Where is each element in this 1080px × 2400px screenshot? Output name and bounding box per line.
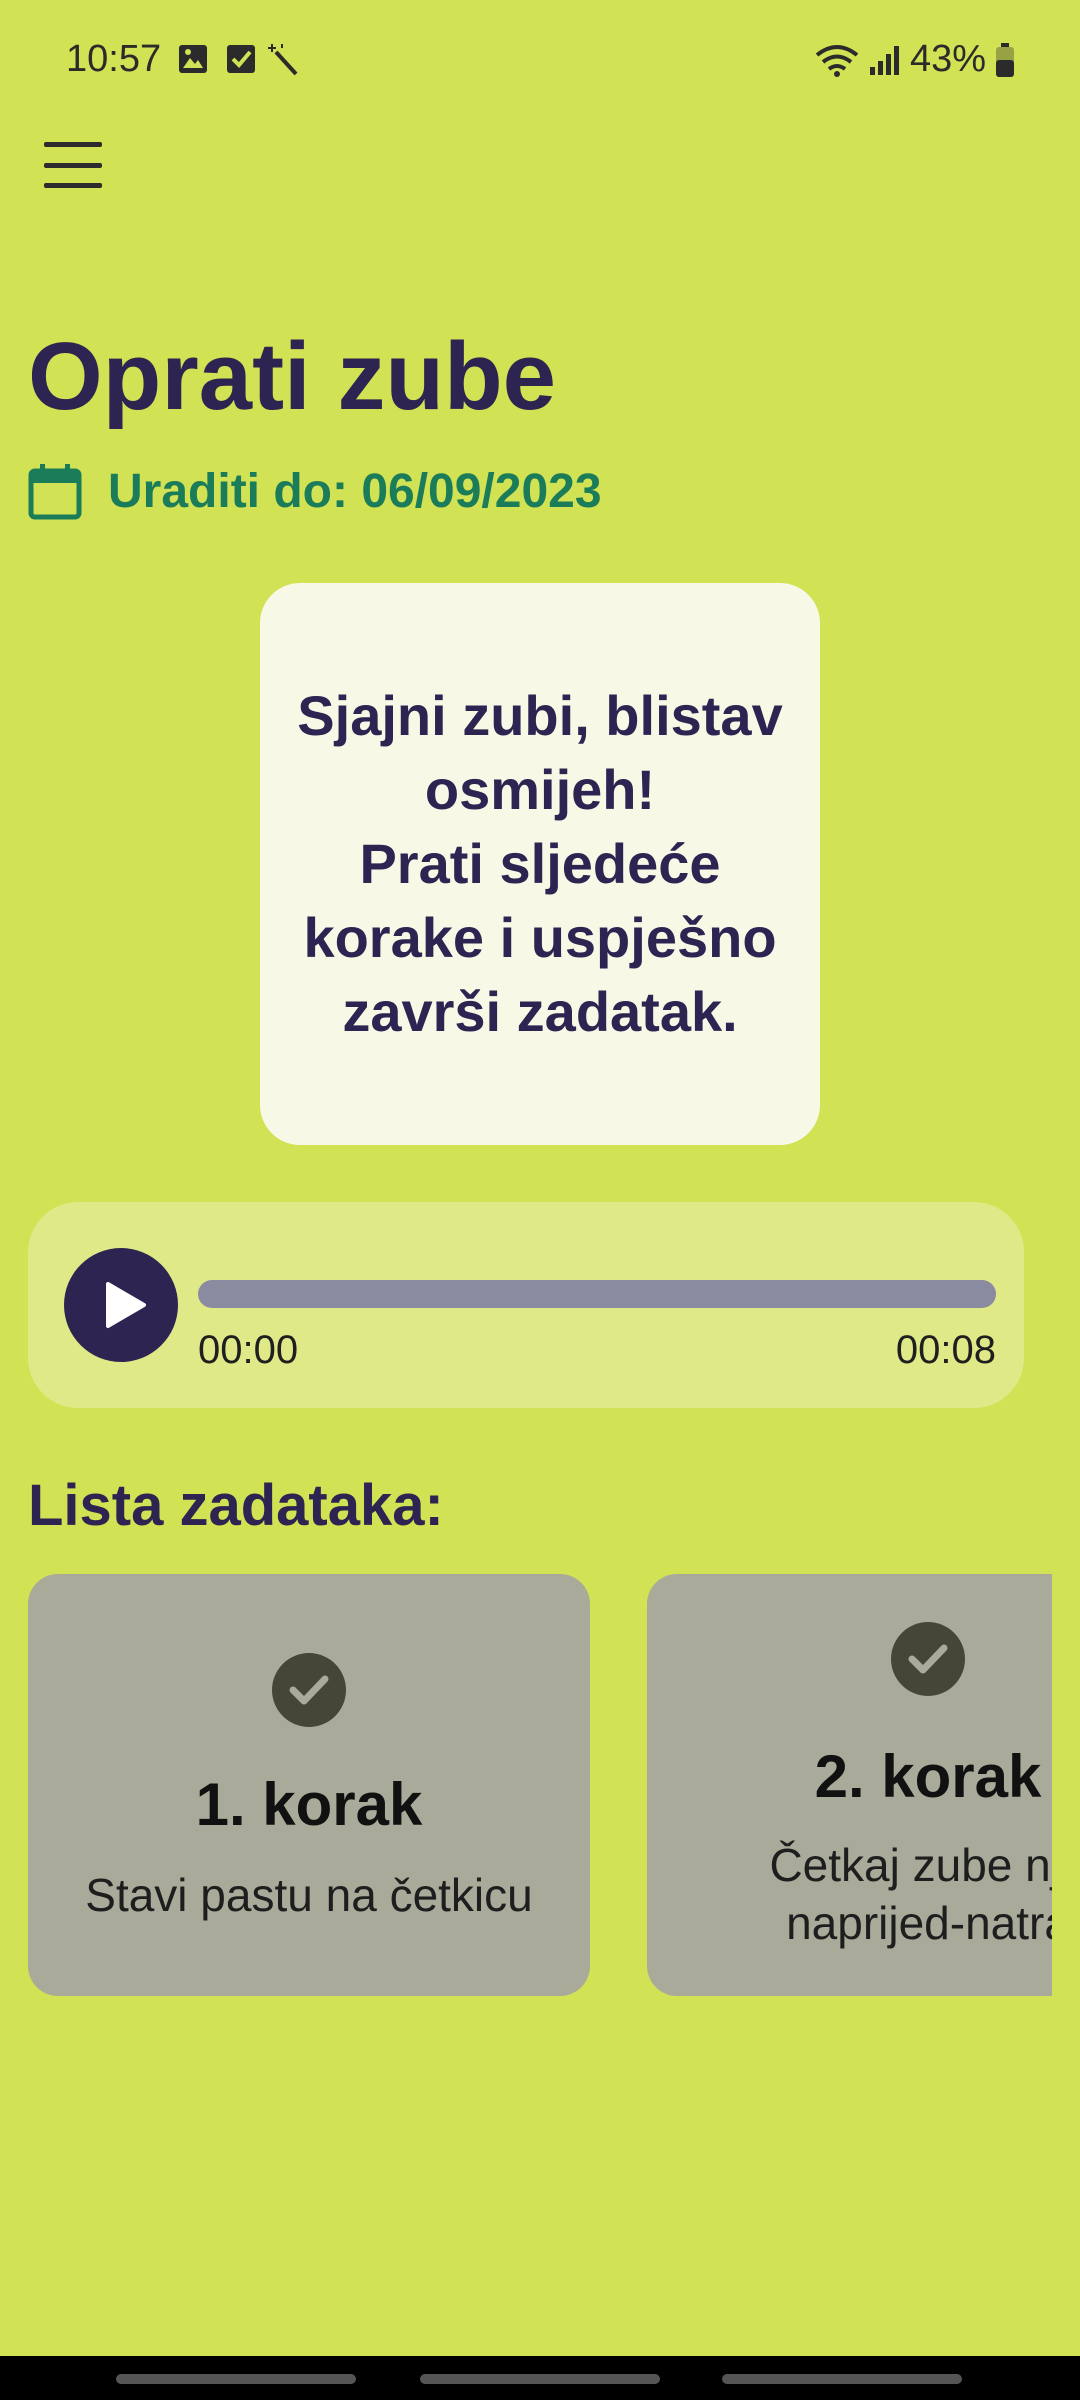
duration: 00:08 — [895, 1328, 996, 1372]
step-description: Stavi pastu na četkicu — [85, 1869, 533, 1921]
intro-text: Sjajni zubi, blistav osmijeh! Prati slje… — [297, 684, 783, 1043]
page-title: Oprati zube — [28, 323, 557, 430]
check-circle-icon — [272, 1653, 346, 1727]
intro-card: Sjajni zubi, blistav osmijeh! Prati slje… — [260, 583, 820, 1145]
nav-home[interactable] — [420, 2374, 660, 2384]
step-description: Četkaj zube nje naprijed-natra — [769, 1839, 1052, 1949]
current-time: 00:00 — [198, 1328, 299, 1372]
image-icon — [179, 45, 207, 73]
play-button[interactable] — [64, 1248, 178, 1362]
battery-percent: 43% — [909, 38, 986, 80]
nav-back[interactable] — [722, 2374, 962, 2384]
task-list-heading: Lista zadataka: — [28, 1473, 444, 1538]
due-date: Uraditi do: 06/09/2023 — [28, 462, 602, 520]
magic-wand-icon — [268, 44, 298, 76]
status-time: 10:57 — [66, 38, 162, 80]
nav-recents[interactable] — [116, 2374, 356, 2384]
step-title: 1. korak — [195, 1771, 423, 1838]
status-right: 43% — [814, 38, 1016, 81]
system-nav-bar — [0, 2356, 1080, 2400]
play-icon — [106, 1282, 146, 1328]
battery-icon — [996, 42, 1014, 77]
step-card-1[interactable]: 1. korak Stavi pastu na četkicu — [28, 1574, 590, 1996]
audio-progress-bar[interactable] — [198, 1280, 996, 1308]
wifi-icon — [815, 44, 859, 77]
calendar-icon — [28, 464, 82, 520]
steps-carousel[interactable]: 1. korak Stavi pastu na četkicu 2. korak… — [28, 1574, 1052, 1998]
checkbox-icon — [227, 45, 255, 73]
step-title: 2. korak — [814, 1743, 1042, 1810]
due-date-label: Uraditi do: 06/09/2023 — [108, 464, 602, 518]
audio-player: 00:00 00:08 — [28, 1202, 1024, 1408]
signal-icon — [869, 45, 899, 75]
check-circle-icon — [891, 1622, 965, 1696]
hamburger-menu-icon[interactable] — [44, 142, 102, 188]
step-card-2[interactable]: 2. korak Četkaj zube nje naprijed-natra — [647, 1574, 1052, 1996]
